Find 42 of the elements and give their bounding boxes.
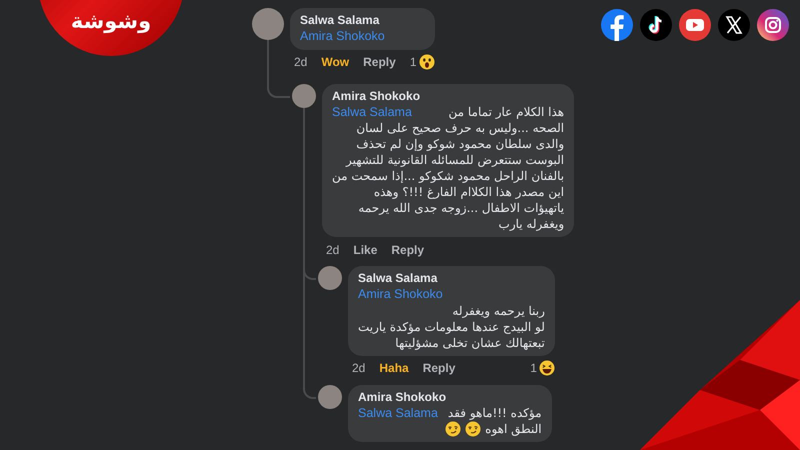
- reply-link[interactable]: Reply: [363, 55, 396, 69]
- commenter-name[interactable]: Salwa Salama: [358, 270, 438, 286]
- reaction-link[interactable]: Like: [353, 242, 378, 256]
- reply-link[interactable]: Reply: [391, 242, 424, 256]
- comment-text: لو البيدج عندها معلومات مؤكدة ياريت: [358, 318, 545, 334]
- reaction-link[interactable]: Haha: [379, 361, 409, 375]
- avatar-placeholder[interactable]: [252, 8, 284, 40]
- avatar-placeholder[interactable]: [292, 84, 316, 108]
- comment-text: تبعتهالك عشان تخلى مشؤليتها: [395, 334, 545, 350]
- reaction-link[interactable]: Wow: [321, 55, 350, 69]
- comment-text: البوست ستتعرض للمسائله القانونية للتشهير: [346, 152, 564, 168]
- commenter-name[interactable]: Amira Shokoko: [332, 88, 420, 104]
- avatar-placeholder[interactable]: [318, 266, 342, 290]
- reaction-count: 1: [410, 55, 417, 69]
- timestamp: 2d: [326, 242, 340, 256]
- avatar-placeholder[interactable]: [318, 384, 342, 408]
- timestamp: 2d: [352, 361, 366, 375]
- comment-text: ياتهيؤات الاطفال ...زوجه جدى الله يرحمه: [358, 200, 564, 216]
- commenter-name[interactable]: Salwa Salama: [300, 12, 380, 28]
- tiktok-icon[interactable]: [640, 9, 672, 41]
- reply-link[interactable]: Reply: [422, 361, 456, 375]
- instagram-icon[interactable]: [757, 9, 789, 41]
- wow-emoji-icon: [418, 54, 435, 70]
- haha-emoji-icon: [538, 360, 555, 376]
- smirk-emoji-icon: [445, 421, 462, 437]
- comment-text: ويغفرله يارب: [498, 216, 564, 232]
- reaction-count: 1: [530, 361, 537, 375]
- comment-text: والدى سلطان محمود شوكو وإن لم تحذف: [356, 136, 564, 152]
- comment-text: الصحه ...وليس به حرف صحيح على لسان: [356, 120, 564, 136]
- timestamp: 2d: [294, 55, 308, 69]
- comment-text: هذا الكلام عار تماما من: [448, 104, 564, 120]
- facebook-icon[interactable]: [601, 9, 633, 41]
- logo-text: وشوشة: [70, 11, 152, 32]
- commenter-name[interactable]: Amira Shokoko: [358, 388, 446, 404]
- comment-text: اين مصدر هذا الكلاام الفارغ !!!؟ وهذه: [374, 184, 564, 200]
- comment-text: بالفنان الراحل محمود شكوكو ...إذا سمحت من: [332, 168, 564, 184]
- youtube-icon[interactable]: [679, 9, 711, 41]
- comment-text: النطق اهوه: [485, 421, 542, 437]
- x-icon[interactable]: [718, 9, 750, 41]
- smirk-emoji-icon: [465, 421, 482, 437]
- comment-text: مؤكده !!!ماهو فقد: [448, 404, 542, 421]
- comment-text: ربنا يرحمه ويغفرله: [452, 302, 545, 318]
